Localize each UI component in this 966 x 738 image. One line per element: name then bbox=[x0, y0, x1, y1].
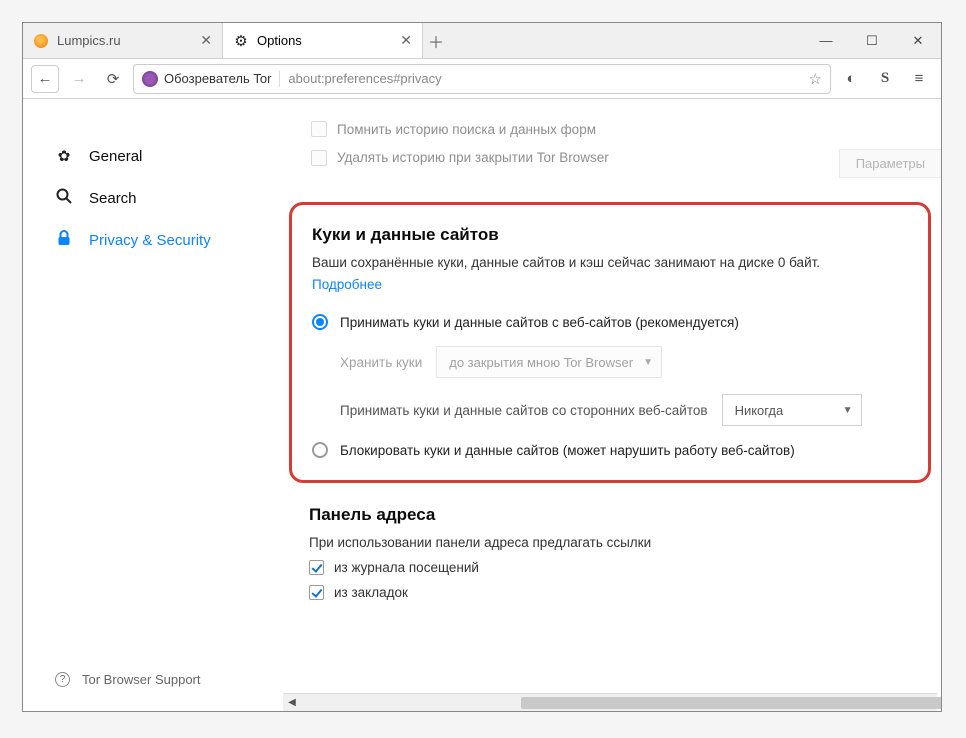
sidebar-item-support[interactable]: ? Tor Browser Support bbox=[49, 659, 283, 699]
history-remember-option: Помнить историю поиска и данных форм bbox=[311, 121, 941, 137]
back-button[interactable]: ← bbox=[31, 65, 59, 93]
keep-cookies-row: Хранить куки до закрытия мною Tor Browse… bbox=[340, 346, 908, 378]
toolbar: ← → ⟳ Обозреватель Tor about:preferences… bbox=[23, 59, 941, 99]
titlebar: Lumpics.ru ✕ ⚙ Options ✕ ＋ — ☐ ✕ bbox=[23, 23, 941, 59]
addressbar-section: Панель адреса При использовании панели а… bbox=[309, 505, 931, 600]
close-icon[interactable]: ✕ bbox=[200, 32, 212, 49]
tab-background[interactable]: Lumpics.ru ✕ bbox=[23, 23, 223, 58]
scroll-track[interactable] bbox=[301, 695, 919, 711]
browser-window: Lumpics.ru ✕ ⚙ Options ✕ ＋ — ☐ ✕ ← → ⟳ О… bbox=[22, 22, 942, 712]
content-area: ✿ General Search Privacy & Security ? To… bbox=[23, 99, 941, 711]
url-text: about:preferences#privacy bbox=[288, 71, 800, 86]
tab-active[interactable]: ⚙ Options ✕ bbox=[223, 23, 423, 58]
close-button[interactable]: ✕ bbox=[895, 23, 941, 58]
history-clear-option: Удалять историю при закрытии Tor Browser bbox=[311, 150, 839, 166]
radio-block-cookies[interactable]: Блокировать куки и данные сайтов (может … bbox=[312, 442, 908, 458]
address-bar[interactable]: Обозреватель Tor about:preferences#priva… bbox=[133, 64, 831, 94]
checkbox bbox=[311, 121, 327, 137]
section-title: Куки и данные сайтов bbox=[312, 225, 908, 245]
radio-icon bbox=[312, 442, 328, 458]
checkbox bbox=[311, 150, 327, 166]
tab-strip: ＋ bbox=[423, 23, 803, 58]
sidebar-item-privacy[interactable]: Privacy & Security bbox=[49, 219, 283, 261]
section-desc: Ваши сохранённые куки, данные сайтов и к… bbox=[312, 255, 908, 270]
tab-label: Options bbox=[257, 33, 302, 48]
onion-icon bbox=[142, 71, 158, 87]
site-icon bbox=[33, 33, 49, 49]
radio-accept-cookies[interactable]: Принимать куки и данные сайтов с веб-сай… bbox=[312, 314, 908, 330]
suggest-history-option[interactable]: из журнала посещений bbox=[309, 560, 931, 575]
sidebar-item-general[interactable]: ✿ General bbox=[49, 135, 283, 177]
cookies-section: Куки и данные сайтов Ваши сохранённые ку… bbox=[289, 202, 931, 483]
scroll-thumb[interactable] bbox=[521, 697, 941, 709]
identity-box[interactable]: Обозреватель Tor bbox=[142, 71, 280, 87]
checkbox-icon bbox=[309, 585, 324, 600]
third-party-label: Принимать куки и данные сайтов со сторон… bbox=[340, 403, 708, 418]
settings-button[interactable]: Параметры bbox=[839, 149, 941, 178]
bookmark-star-icon[interactable]: ☆ bbox=[809, 70, 822, 88]
learn-more-link[interactable]: Подробнее bbox=[312, 277, 382, 292]
help-icon: ? bbox=[55, 672, 70, 687]
sidebar-item-search[interactable]: Search bbox=[49, 177, 283, 219]
keep-cookies-label: Хранить куки bbox=[340, 355, 422, 370]
section-desc: При использовании панели адреса предлага… bbox=[309, 535, 931, 550]
close-icon[interactable]: ✕ bbox=[400, 32, 412, 49]
third-party-select[interactable]: Никогда ▼ bbox=[722, 394, 862, 426]
horizontal-scrollbar[interactable]: ◀ ▶ bbox=[283, 693, 937, 711]
chevron-down-icon: ▼ bbox=[643, 357, 653, 368]
keep-cookies-select: до закрытия мною Tor Browser ▼ bbox=[436, 346, 662, 378]
gear-icon: ✿ bbox=[53, 147, 75, 165]
new-tab-button[interactable]: ＋ bbox=[423, 29, 449, 53]
tor-circuit-icon[interactable]: ◐ bbox=[837, 65, 865, 93]
sidebar: ✿ General Search Privacy & Security ? To… bbox=[23, 99, 283, 711]
section-title: Панель адреса bbox=[309, 505, 931, 525]
maximize-button[interactable]: ☐ bbox=[849, 23, 895, 58]
lock-icon bbox=[53, 229, 75, 251]
gear-icon: ⚙ bbox=[233, 33, 249, 49]
forward-button[interactable]: → bbox=[65, 65, 93, 93]
menu-icon[interactable]: ≡ bbox=[905, 65, 933, 93]
search-icon bbox=[53, 187, 75, 209]
checkbox-icon bbox=[309, 560, 324, 575]
scroll-left-icon[interactable]: ◀ bbox=[283, 695, 301, 711]
window-controls: — ☐ ✕ bbox=[803, 23, 941, 58]
reload-button[interactable]: ⟳ bbox=[99, 65, 127, 93]
tab-label: Lumpics.ru bbox=[57, 33, 121, 48]
minimize-button[interactable]: — bbox=[803, 23, 849, 58]
suggest-bookmarks-option[interactable]: из закладок bbox=[309, 585, 931, 600]
settings-main: Помнить историю поиска и данных форм Уда… bbox=[283, 99, 941, 711]
third-party-row: Принимать куки и данные сайтов со сторон… bbox=[340, 394, 908, 426]
chevron-down-icon: ▼ bbox=[843, 405, 853, 416]
noscript-icon[interactable]: S bbox=[871, 65, 899, 93]
radio-icon bbox=[312, 314, 328, 330]
